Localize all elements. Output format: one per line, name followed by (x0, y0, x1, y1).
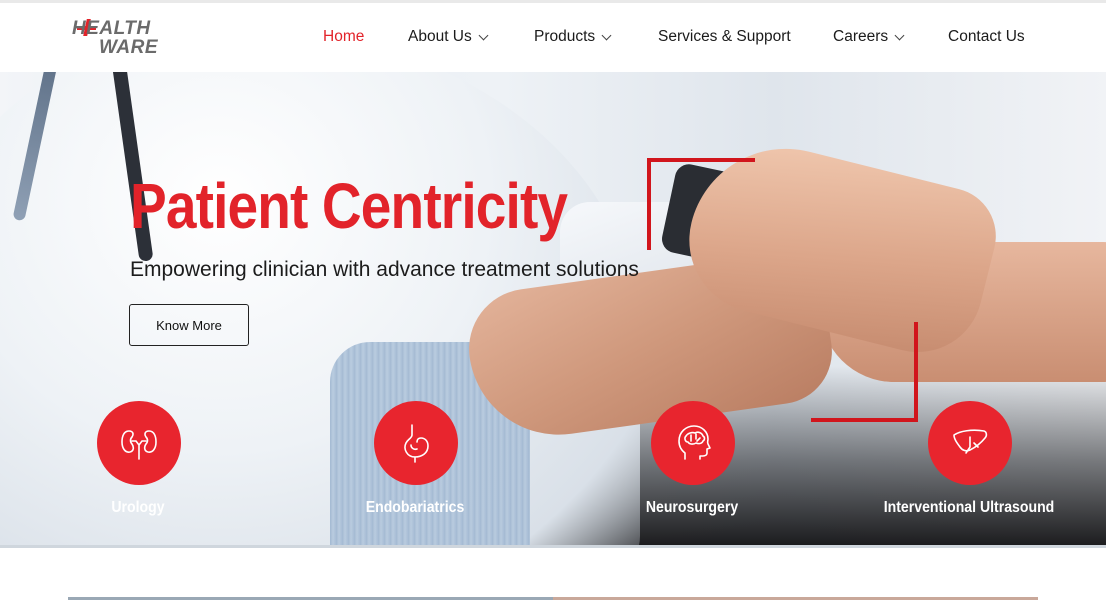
nav-about-us-label: About Us (408, 28, 472, 45)
know-more-button[interactable]: Know More (129, 304, 249, 346)
main-nav: Home About Us Products Services & Suppor… (0, 3, 1106, 72)
hero-divider (0, 545, 1106, 548)
nav-services-support[interactable]: Services & Support (658, 28, 791, 46)
chevron-down-icon (894, 30, 905, 40)
category-label: Endobariatrics (365, 499, 465, 516)
liver-icon (928, 401, 1012, 485)
nav-careers[interactable]: Careers (833, 28, 905, 46)
nav-products[interactable]: Products (534, 28, 612, 46)
site-header: HEALTH WARE Home About Us Products Servi… (0, 3, 1106, 72)
category-interventional-ultrasound[interactable]: Interventional Ultrasound (869, 401, 1069, 521)
category-neurosurgery[interactable]: Neurosurgery (592, 401, 792, 521)
decorative-frame-corner (647, 158, 651, 250)
category-label: Neurosurgery (645, 499, 739, 516)
nav-contact-us[interactable]: Contact Us (948, 28, 1025, 46)
category-endobariatrics[interactable]: Endobariatrics (315, 401, 515, 521)
category-label: Urology (111, 499, 165, 516)
hero-title: Patient Centricity (130, 170, 568, 242)
chevron-down-icon (478, 30, 489, 40)
nav-about-us[interactable]: About Us (408, 28, 489, 46)
nav-careers-label: Careers (833, 28, 889, 45)
decorative-frame-corner (647, 158, 755, 162)
hero-banner: Patient Centricity Empowering clinician … (0, 72, 1106, 546)
category-urology[interactable]: Urology (38, 401, 238, 521)
nav-products-label: Products (534, 28, 596, 45)
nav-home-label: Home (323, 28, 365, 45)
kidneys-icon (97, 401, 181, 485)
nav-home[interactable]: Home (323, 28, 364, 46)
chevron-down-icon (601, 30, 612, 40)
nav-services-support-label: Services & Support (658, 28, 791, 45)
stomach-icon (374, 401, 458, 485)
hero-subtitle: Empowering clinician with advance treatm… (130, 258, 639, 281)
category-label: Interventional Ultrasound (883, 499, 1055, 516)
nav-contact-us-label: Contact Us (948, 28, 1025, 45)
brain-head-icon (651, 401, 735, 485)
